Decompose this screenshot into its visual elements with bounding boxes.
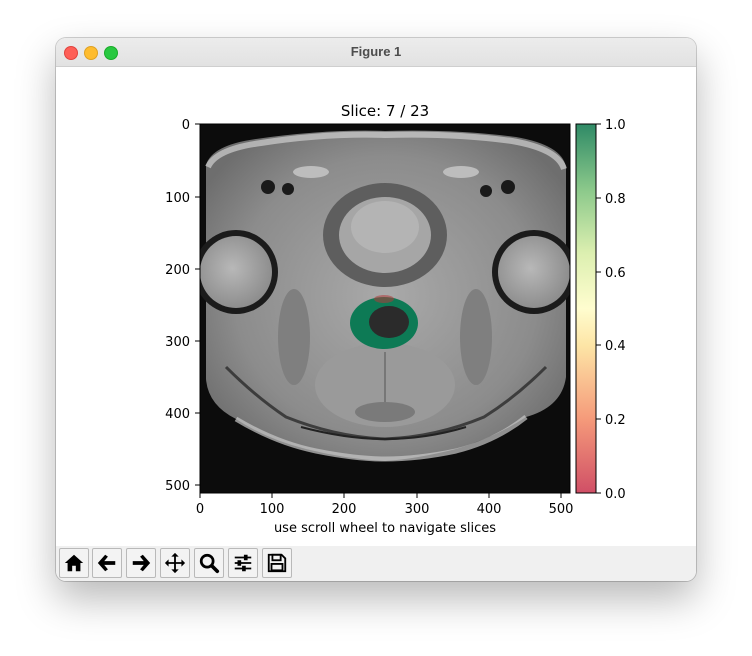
- y-tick-label: 500: [165, 479, 190, 494]
- plot-svg[interactable]: Slice: 7 / 23 0 100 200 300 400 500 0 10…: [56, 67, 696, 547]
- pan-icon: [164, 552, 186, 574]
- navigation-toolbar: [56, 546, 696, 581]
- figure-canvas[interactable]: Slice: 7 / 23 0 100 200 300 400 500 0 10…: [56, 67, 696, 547]
- x-tick-label: 500: [549, 502, 574, 517]
- save-button[interactable]: [262, 548, 292, 578]
- y-tick-label: 400: [165, 407, 190, 422]
- colorbar-tick-label: 0.4: [605, 339, 626, 354]
- y-axis: 0 100 200 300 400 500: [165, 118, 200, 494]
- forward-button[interactable]: [126, 548, 156, 578]
- x-tick-label: 200: [332, 502, 357, 517]
- desktop: Figure 1 Slice: 7 / 23 0 100 200 300 400…: [0, 0, 752, 656]
- colorbar-tick-label: 0.2: [605, 413, 626, 428]
- zoom-icon: [199, 553, 220, 574]
- x-tick-label: 400: [477, 502, 502, 517]
- colorbar: 1.0 0.8 0.6 0.4 0.2 0.0: [575, 118, 626, 502]
- home-button[interactable]: [59, 548, 89, 578]
- title-bar[interactable]: Figure 1: [56, 38, 696, 67]
- x-tick-label: 300: [405, 502, 430, 517]
- window-title: Figure 1: [350, 44, 402, 59]
- x-axis-label: use scroll wheel to navigate slices: [274, 521, 496, 536]
- y-tick-label: 300: [165, 335, 190, 350]
- back-arrow-icon: [97, 554, 116, 572]
- colorbar-tick-label: 0.0: [605, 487, 626, 502]
- y-tick-label: 200: [165, 263, 190, 278]
- zoom-button[interactable]: [194, 548, 224, 578]
- pan-button[interactable]: [160, 548, 190, 578]
- figure-window: Figure 1 Slice: 7 / 23 0 100 200 300 400…: [56, 38, 696, 581]
- save-icon: [267, 553, 287, 573]
- y-tick-label: 100: [165, 191, 190, 206]
- configure-subplots-icon: [234, 554, 252, 572]
- mri-image[interactable]: [194, 124, 576, 493]
- forward-arrow-icon: [132, 554, 151, 572]
- colorbar-tick-label: 0.8: [605, 192, 626, 207]
- colorbar-tick-label: 0.6: [605, 266, 626, 281]
- home-icon: [64, 554, 84, 572]
- x-tick-label: 100: [260, 502, 285, 517]
- back-button[interactable]: [92, 548, 122, 578]
- colorbar-tick-label: 1.0: [605, 118, 626, 133]
- plot-title: Slice: 7 / 23: [341, 102, 429, 120]
- x-tick-label: 0: [196, 502, 204, 517]
- y-tick-label: 0: [182, 118, 190, 133]
- configure-subplots-button[interactable]: [228, 548, 258, 578]
- x-axis: 0 100 200 300 400 500 use scroll wheel t…: [196, 493, 574, 536]
